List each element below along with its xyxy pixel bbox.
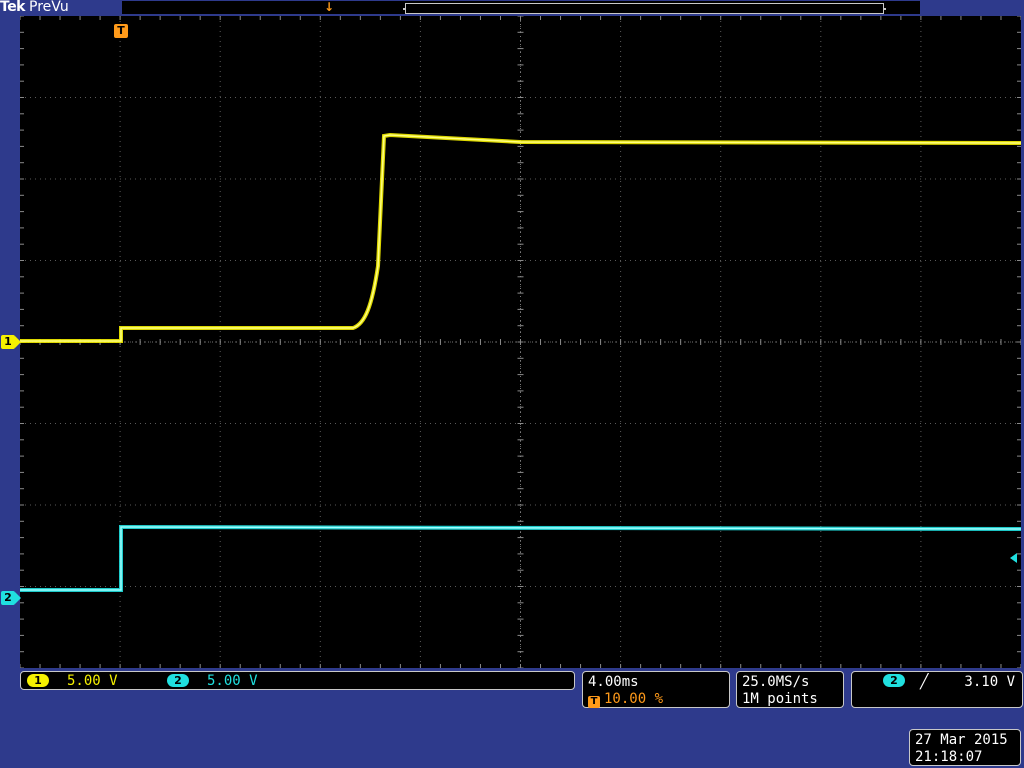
trigger-source-badge: 2 bbox=[883, 674, 905, 687]
ch1-trace bbox=[20, 132, 1021, 343]
sample-rate: 25.0MS/s bbox=[742, 674, 810, 690]
date-label: 27 Mar 2015 bbox=[915, 732, 1008, 748]
ch1-scale[interactable]: 5.00 V bbox=[67, 672, 118, 690]
brand-label: Tek PreVu bbox=[0, 0, 69, 15]
acquisition-panel[interactable]: 25.0MS/s 1M points bbox=[736, 671, 844, 708]
ch1-ground-marker[interactable]: 1 bbox=[1, 335, 21, 349]
oscilloscope-window: Tek PreVu ↓ T 1 2 1 5.00 V 2 5.00 V 4.00m… bbox=[0, 0, 1024, 768]
trigger-mini-icon: T bbox=[588, 696, 600, 708]
trigger-panel[interactable]: 2 ╱ 3.10 V bbox=[851, 671, 1023, 708]
trigger-marker-badge[interactable]: T bbox=[114, 24, 128, 38]
waveform-display bbox=[20, 16, 1021, 668]
mode-label: PreVu bbox=[29, 0, 69, 15]
ch1-badge[interactable]: 1 bbox=[27, 674, 49, 687]
top-bar: Tek PreVu ↓ bbox=[0, 0, 1024, 16]
trigger-level-arrow-icon[interactable] bbox=[1010, 553, 1017, 563]
trigger-position-value: 10.00 % bbox=[604, 691, 664, 707]
record-window-box[interactable] bbox=[403, 3, 886, 14]
ch2-badge[interactable]: 2 bbox=[167, 674, 189, 687]
ch2-ground-marker[interactable]: 2 bbox=[1, 591, 21, 605]
channel-scale-panel[interactable]: 1 5.00 V 2 5.00 V bbox=[20, 671, 575, 690]
trigger-position-readout: T 10.00 % bbox=[588, 690, 663, 708]
ch1-trace-core bbox=[20, 134, 1021, 342]
datetime-panel[interactable]: 27 Mar 2015 21:18:07 bbox=[909, 729, 1021, 766]
trigger-level: 3.10 V bbox=[964, 674, 1015, 690]
horizontal-panel[interactable]: 4.00ms T 10.00 % bbox=[582, 671, 730, 708]
record-length: 1M points bbox=[742, 691, 818, 707]
ch2-scale[interactable]: 5.00 V bbox=[207, 672, 258, 690]
time-label: 21:18:07 bbox=[915, 749, 983, 765]
rising-edge-icon: ╱ bbox=[920, 674, 929, 690]
brand-tek: Tek bbox=[0, 0, 26, 15]
record-trigger-marker-icon: ↓ bbox=[324, 0, 335, 14]
record-view-bar[interactable] bbox=[122, 1, 920, 14]
time-per-div: 4.00ms bbox=[588, 674, 639, 690]
graticule-svg bbox=[20, 16, 1021, 668]
